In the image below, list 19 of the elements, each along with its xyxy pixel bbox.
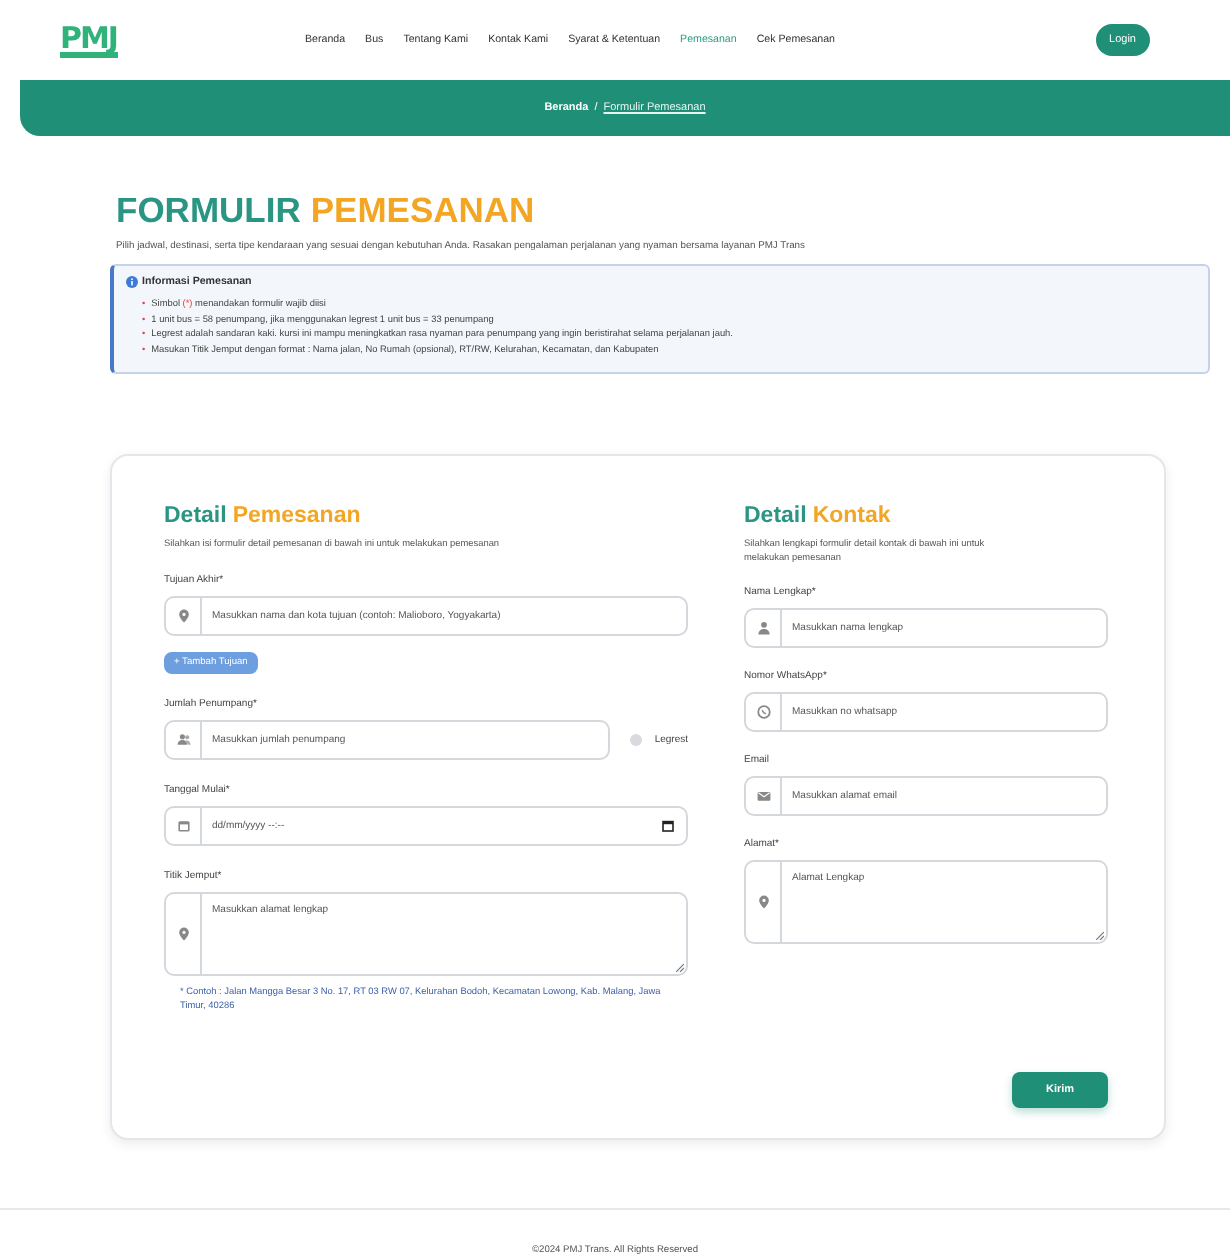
- location-pin-icon: [755, 894, 771, 910]
- section-title-highlight: Kontak: [812, 504, 891, 528]
- user-icon: [755, 620, 771, 636]
- section-title: Detail: [744, 504, 807, 528]
- location-pin-icon: [175, 608, 191, 624]
- info-icon: [126, 276, 138, 288]
- section-title: Detail: [164, 504, 227, 528]
- resize-handle-icon: [676, 964, 684, 972]
- checkbox[interactable]: [630, 734, 643, 746]
- phone-icon: [755, 704, 771, 720]
- location-pin-icon: [175, 926, 191, 942]
- page-title-highlight: PEMESANAN: [310, 190, 535, 232]
- section-title-highlight: Pemesanan: [232, 504, 361, 528]
- calendar-icon: [662, 820, 674, 832]
- calendar-icon: [175, 818, 191, 834]
- resize-handle-icon: [1096, 932, 1104, 940]
- envelope-icon: [755, 788, 771, 804]
- page-title: FORMULIR: [116, 190, 301, 232]
- people-icon: [175, 732, 191, 748]
